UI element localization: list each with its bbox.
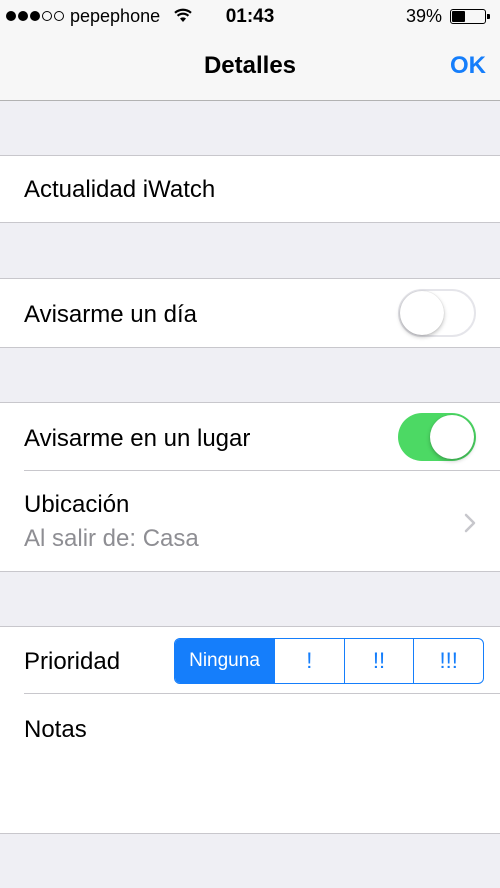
- remind-location-toggle[interactable]: [398, 413, 476, 461]
- notes-field[interactable]: Notas: [0, 694, 500, 833]
- battery-percentage: 39%: [405, 6, 442, 26]
- remind-location-section: Avisarme en un lugar Ubicación Al salir …: [0, 402, 500, 572]
- priority-option-high[interactable]: !!!: [413, 639, 483, 683]
- priority-option-medium[interactable]: !!: [343, 639, 414, 683]
- battery-icon: [450, 9, 490, 24]
- priority-notes-section: Prioridad Ninguna ! !! !!! Notas: [0, 626, 500, 834]
- location-label: Ubicación: [24, 491, 130, 518]
- remind-day-cell: Avisarme un día: [0, 279, 500, 347]
- chevron-right-icon: [464, 513, 476, 538]
- priority-label: Prioridad: [24, 648, 121, 675]
- remind-location-label: Avisarme en un lugar: [24, 425, 251, 452]
- remind-day-section: Avisarme un día: [0, 278, 500, 348]
- notes-label: Notas: [24, 716, 87, 743]
- priority-cell: Prioridad Ninguna ! !! !!!: [0, 627, 500, 694]
- toggle-knob: [400, 291, 444, 335]
- toggle-knob: [430, 415, 474, 459]
- remind-day-label: Avisarme un día: [24, 301, 197, 328]
- navigation-bar: Detalles OK: [0, 32, 500, 101]
- remind-location-cell: Avisarme en un lugar: [0, 403, 500, 471]
- priority-segmented-control: Ninguna ! !! !!!: [174, 638, 484, 684]
- location-value: Al salir de: Casa: [24, 525, 199, 552]
- title-cell[interactable]: Actualidad iWatch: [0, 156, 500, 222]
- priority-option-low[interactable]: !: [274, 639, 344, 683]
- title-section: Actualidad iWatch: [0, 155, 500, 223]
- page-title: Detalles: [203, 52, 297, 79]
- status-bar: pepephone 01:43 39%: [0, 0, 500, 32]
- remind-day-toggle[interactable]: [398, 289, 476, 337]
- reminder-title[interactable]: Actualidad iWatch: [24, 176, 215, 204]
- priority-option-none[interactable]: Ninguna: [175, 639, 274, 683]
- ok-button[interactable]: OK: [450, 52, 486, 80]
- location-cell[interactable]: Ubicación Al salir de: Casa: [0, 471, 500, 571]
